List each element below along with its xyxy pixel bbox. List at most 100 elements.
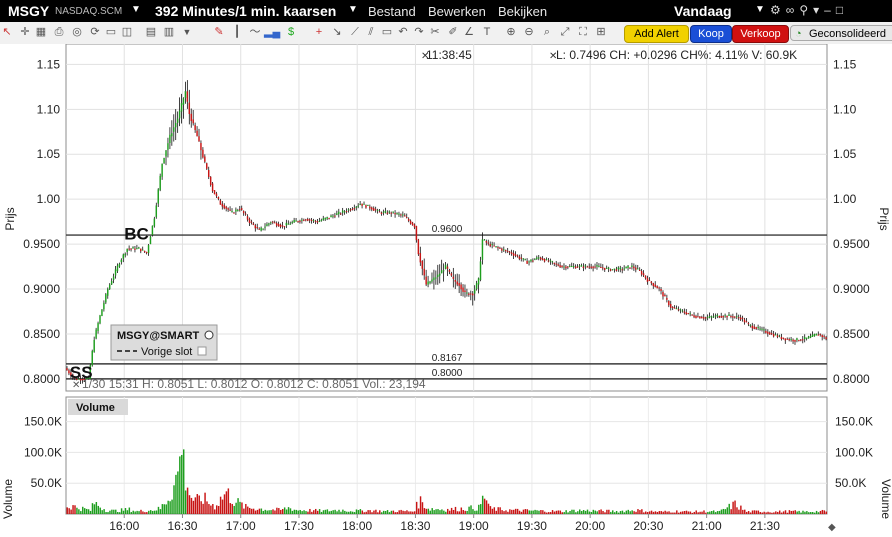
menu-file[interactable]: Bestand bbox=[368, 4, 416, 19]
pencil-icon[interactable]: ✎ bbox=[212, 25, 226, 39]
fibonacci-icon[interactable]: ↘ bbox=[330, 25, 344, 39]
candle-body bbox=[330, 215, 332, 218]
fullscreen-icon[interactable]: ⛶ bbox=[576, 25, 590, 39]
volume-bar bbox=[128, 507, 131, 514]
zoom-icon[interactable]: ◎ bbox=[70, 25, 84, 39]
redo-icon[interactable]: ↷ bbox=[412, 25, 426, 39]
volume-bar bbox=[769, 512, 771, 514]
buy-button[interactable]: Koop bbox=[690, 25, 732, 43]
volume-bar bbox=[309, 508, 311, 514]
candle-body bbox=[376, 209, 379, 211]
candle-body bbox=[423, 268, 425, 276]
link-icon[interactable]: ∞ bbox=[786, 3, 800, 17]
table-icon[interactable]: ▥ bbox=[162, 25, 176, 39]
scroll-handle-icon[interactable]: ◆ bbox=[828, 522, 836, 533]
volume-bar bbox=[274, 510, 276, 514]
angle-icon[interactable]: ∠ bbox=[462, 25, 476, 39]
candle-body bbox=[400, 214, 402, 216]
undo-icon[interactable]: ↶ bbox=[396, 25, 410, 39]
time-tick-label: 16:00 bbox=[109, 519, 139, 533]
text-icon[interactable]: T bbox=[480, 25, 494, 39]
symbol-label[interactable]: MSGY bbox=[8, 3, 49, 19]
volume-bar bbox=[433, 510, 435, 514]
period-dropdown-icon[interactable]: ▼ bbox=[348, 4, 358, 15]
volume-panel: 150.0K 100.0K 50.0K 150.0K 100.0K 50.0K Volu… bbox=[1, 396, 892, 519]
add-alert-button[interactable]: Add Alert bbox=[624, 25, 689, 43]
legend-settings-icon[interactable] bbox=[204, 330, 214, 340]
cursor-icon[interactable]: ↖ bbox=[0, 25, 14, 39]
volume-bar bbox=[305, 511, 307, 514]
legend-checkbox[interactable] bbox=[197, 346, 207, 356]
volume-bar bbox=[738, 509, 740, 514]
layout-icon[interactable]: ▤ bbox=[144, 25, 158, 39]
volume-bar bbox=[206, 501, 208, 514]
candle-body bbox=[407, 218, 410, 221]
candle-body bbox=[691, 314, 693, 316]
candle-body bbox=[134, 248, 136, 250]
volume-bar bbox=[316, 510, 319, 514]
channel-icon[interactable]: ⫽ bbox=[364, 25, 378, 39]
volume-bar bbox=[511, 509, 513, 514]
candle-body bbox=[378, 211, 381, 213]
wave-icon[interactable]: 〜 bbox=[248, 25, 262, 39]
candle-body bbox=[571, 266, 573, 268]
volume-bar bbox=[615, 510, 618, 514]
menu-view[interactable]: Bekijken bbox=[498, 4, 547, 19]
crosshair-icon[interactable]: ✛ bbox=[18, 25, 32, 39]
annotation-icon[interactable]: ✐ bbox=[446, 25, 460, 39]
volume-bar bbox=[499, 507, 501, 514]
zoom-in-icon[interactable]: ⊕ bbox=[504, 25, 518, 39]
zoom-out-icon[interactable]: ⊖ bbox=[522, 25, 536, 39]
candle-body bbox=[332, 215, 334, 217]
settings-icon[interactable]: ⚙ bbox=[770, 3, 786, 17]
chevron-down-icon[interactable]: ▾ bbox=[813, 3, 824, 17]
candles-icon[interactable]: ┃ bbox=[230, 25, 244, 39]
crosshair-plus-icon[interactable]: + bbox=[312, 25, 326, 39]
candle-body bbox=[244, 213, 247, 215]
menu-edit[interactable]: Bewerken bbox=[428, 4, 486, 19]
chart-legend[interactable]: MSGY@SMART Vorige slot bbox=[110, 324, 218, 361]
document-icon[interactable]: ▭ bbox=[104, 25, 118, 39]
range-label[interactable]: Vandaag bbox=[674, 3, 732, 19]
period-label[interactable]: 392 Minutes/1 min. kaarsen bbox=[155, 3, 336, 19]
print-icon[interactable]: ⎙ bbox=[52, 25, 66, 39]
fit-icon[interactable]: ⤢ bbox=[558, 25, 572, 39]
chart-canvas[interactable]: 0.9600 0.8167 0.8000 1.15 1.10 1.05 1.00 0.950… bbox=[0, 44, 892, 537]
candle-body bbox=[722, 315, 724, 318]
trendline-icon[interactable]: ⟋ bbox=[348, 25, 362, 39]
chevron-down-icon[interactable]: ▼ bbox=[180, 25, 194, 39]
sell-button[interactable]: Verkoop bbox=[732, 25, 789, 43]
candle-body bbox=[268, 223, 270, 225]
grid-icon[interactable]: ▦ bbox=[34, 25, 48, 39]
rectangle-icon[interactable]: ▭ bbox=[380, 25, 394, 39]
symbol-dropdown-icon[interactable]: ▼ bbox=[131, 4, 141, 15]
lock-icon[interactable]: ⊞ bbox=[594, 25, 608, 39]
volume-bar bbox=[235, 502, 237, 514]
pin-icon[interactable]: ⚲ bbox=[799, 3, 813, 17]
volume-bar bbox=[392, 510, 395, 514]
candle-body bbox=[739, 317, 742, 320]
volume-bar bbox=[363, 512, 365, 514]
range-dropdown-icon[interactable]: ▼ bbox=[755, 4, 765, 15]
volume-bar bbox=[130, 512, 133, 514]
minimize-icon[interactable]: ‒ bbox=[824, 3, 836, 17]
volume-bar bbox=[153, 510, 156, 514]
candle-body bbox=[605, 267, 608, 269]
volume-bar bbox=[619, 511, 622, 514]
consolidated-button[interactable]: ◔ Geconsolideerd bbox=[790, 25, 892, 41]
maximize-icon[interactable]: □ bbox=[836, 3, 848, 17]
candle-body bbox=[254, 225, 257, 229]
candle-body bbox=[621, 269, 623, 271]
magnify-icon[interactable]: ⌕ bbox=[540, 25, 554, 39]
candle-body bbox=[518, 256, 521, 259]
volume-bar bbox=[326, 509, 329, 514]
volume-bar bbox=[175, 474, 177, 514]
dollar-icon[interactable]: $ bbox=[284, 25, 298, 39]
refresh-icon[interactable]: ⟳ bbox=[88, 25, 102, 39]
candle-body bbox=[536, 257, 538, 260]
volume-bar bbox=[281, 509, 284, 514]
bars-icon[interactable]: ▂▄ bbox=[264, 25, 280, 39]
scissors-icon[interactable]: ✂ bbox=[428, 25, 442, 39]
volume-bar bbox=[297, 510, 299, 514]
camera-icon[interactable]: ◫ bbox=[120, 25, 134, 39]
